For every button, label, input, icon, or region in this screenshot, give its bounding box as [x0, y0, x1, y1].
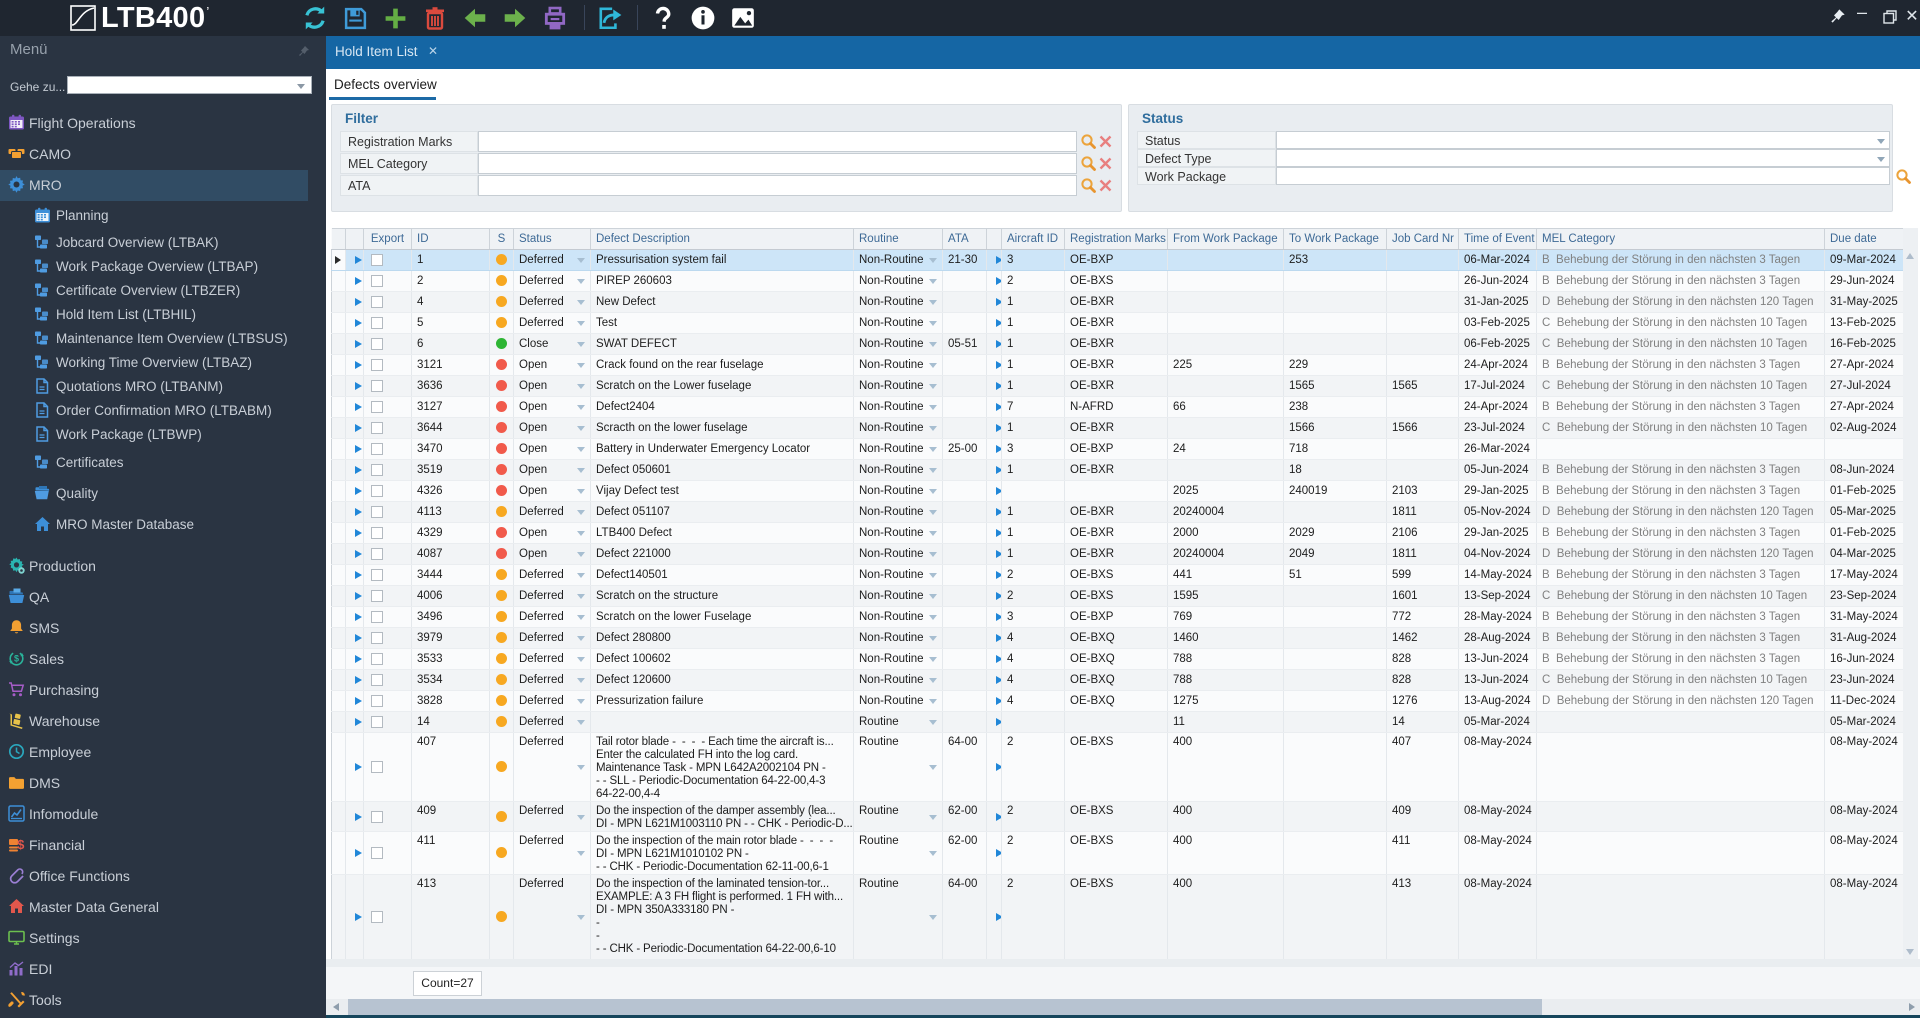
svg-text:$: $: [17, 837, 25, 852]
svg-text:$: $: [14, 654, 19, 664]
